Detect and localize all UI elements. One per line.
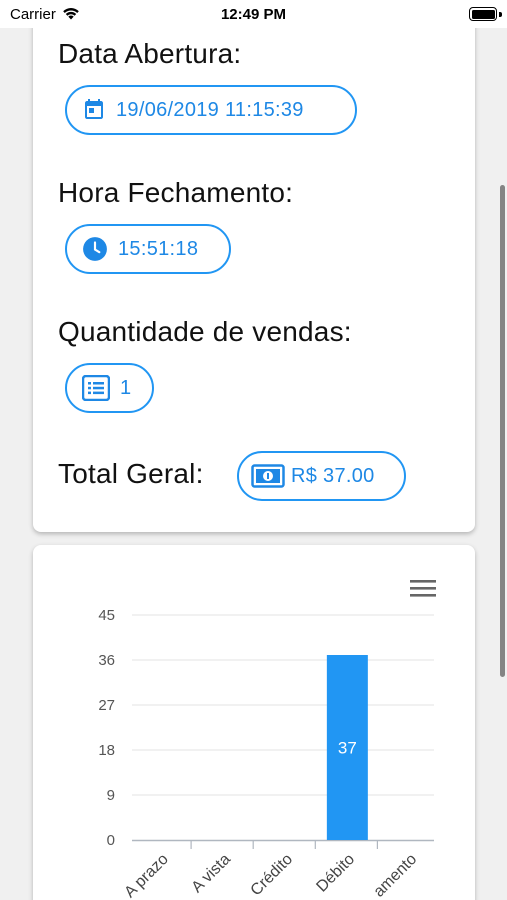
- status-time: 12:49 PM: [220, 6, 287, 23]
- status-bar: Carrier 12:49 PM: [0, 0, 507, 28]
- chart-card: 0 9 18 27 36 45 A prazo A vista Crédito 37 Débito a…: [33, 545, 475, 900]
- opening-date-label: Data Abertura:: [58, 38, 242, 69]
- total-label: Total Geral:: [58, 458, 204, 489]
- opening-date-chip[interactable]: 19/06/2019 11:15:39: [65, 85, 357, 135]
- battery-tip: [499, 12, 502, 17]
- bar-chart: 0 9 18 27 36 45 A prazo A vista Crédito 37 Débito a…: [98, 580, 436, 900]
- y-tick-label: 45: [98, 607, 115, 624]
- x-category-label: A prazo: [121, 851, 171, 900]
- scrollbar[interactable]: [500, 185, 505, 677]
- sales-count-value: 1: [120, 376, 132, 399]
- x-category-label: amento: [371, 851, 421, 900]
- y-tick-label: 36: [98, 652, 115, 669]
- calendar-icon: [82, 98, 106, 122]
- x-category-label: Débito: [313, 851, 358, 896]
- y-tick-label: 18: [98, 742, 115, 759]
- closing-time-chip[interactable]: 15:51:18: [65, 224, 231, 274]
- list-icon: [82, 375, 110, 401]
- y-tick-label: 0: [107, 832, 115, 849]
- menu-icon[interactable]: [410, 580, 436, 597]
- total-value: R$ 37.00: [291, 464, 375, 487]
- y-tick-label: 27: [98, 697, 115, 714]
- sales-count-chip[interactable]: 1: [65, 363, 154, 413]
- total-chip[interactable]: R$ 37.00: [237, 451, 406, 501]
- summary-card: Data Abertura: 19/06/2019 11:15:39 Hora …: [33, 0, 475, 532]
- opening-date-value: 19/06/2019 11:15:39: [116, 98, 304, 121]
- closing-time-label: Hora Fechamento:: [58, 177, 294, 208]
- money-icon: [251, 464, 285, 488]
- x-category-label: Crédito: [248, 851, 297, 900]
- closing-time-value: 15:51:18: [118, 237, 199, 260]
- bar-data-label: 37: [338, 739, 357, 758]
- x-category-label: A vista: [189, 851, 234, 896]
- battery-icon: [469, 7, 497, 21]
- sales-count-label: Quantidade de vendas:: [58, 316, 352, 347]
- clock-icon: [82, 236, 108, 262]
- y-tick-label: 9: [107, 787, 115, 804]
